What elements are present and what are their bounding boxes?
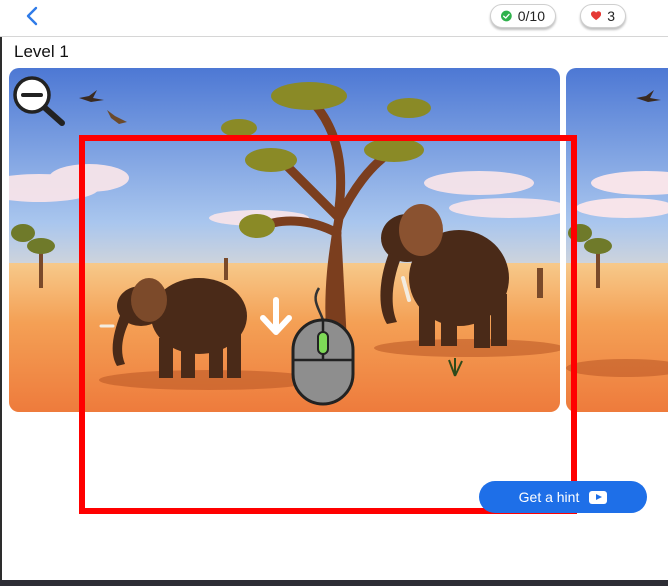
- bottom-bar: [0, 580, 668, 586]
- savanna-illustration-secondary[interactable]: [566, 68, 668, 412]
- check-circle-icon: [501, 10, 512, 22]
- zoom-out-button[interactable]: [12, 75, 66, 127]
- window-edge: [0, 0, 2, 586]
- top-bar: 0/10 3: [0, 0, 668, 37]
- get-hint-button[interactable]: Get a hint: [479, 481, 647, 513]
- zoom-out-icon: [13, 76, 65, 126]
- back-button[interactable]: [20, 4, 44, 28]
- score-value: 0/10: [517, 8, 545, 24]
- level-title: Level 1: [14, 42, 69, 61]
- video-play-icon: [589, 490, 608, 504]
- score-badge: 0/10: [490, 4, 556, 28]
- heart-icon: [591, 11, 602, 21]
- get-hint-label: Get a hint: [518, 489, 580, 505]
- lives-badge: 3: [580, 4, 626, 28]
- game-scene-secondary[interactable]: [566, 68, 668, 412]
- lives-value: 3: [607, 8, 615, 24]
- game-scene[interactable]: [9, 68, 560, 412]
- savanna-illustration[interactable]: [9, 68, 560, 412]
- chevron-left-icon: [26, 6, 38, 26]
